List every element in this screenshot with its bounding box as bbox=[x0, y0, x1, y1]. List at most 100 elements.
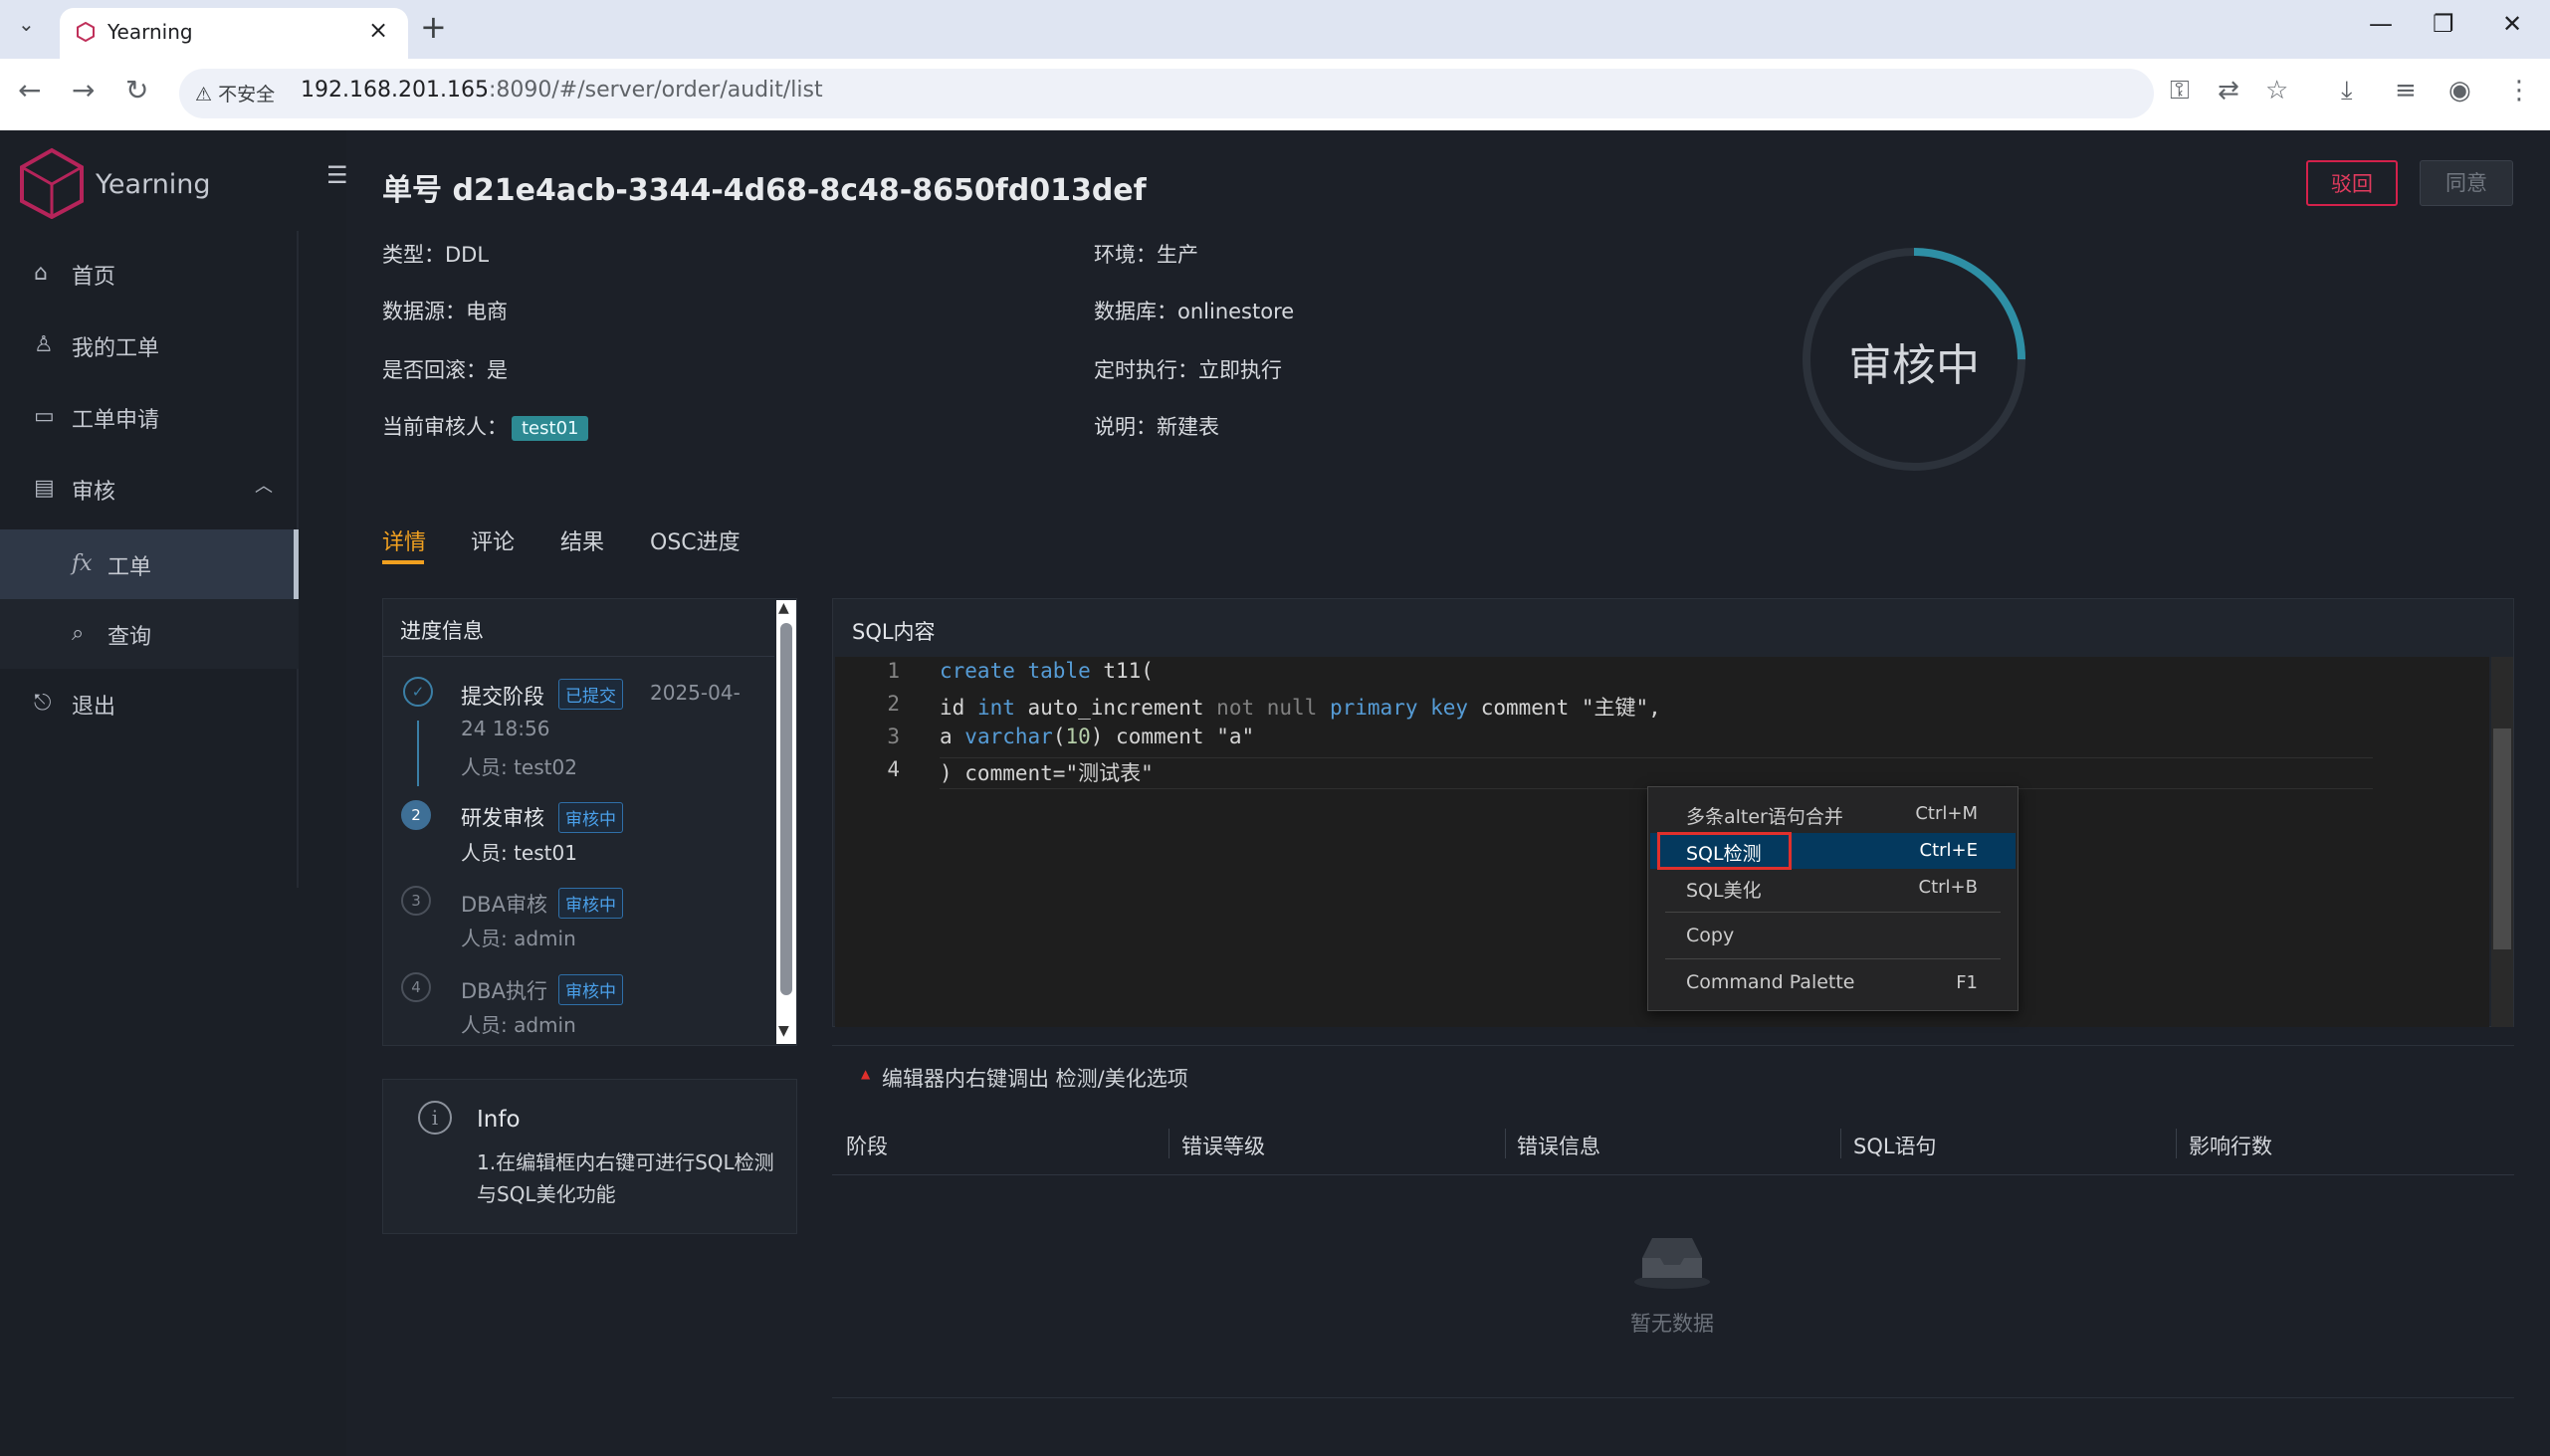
tab-comments[interactable]: 评论 bbox=[471, 524, 515, 556]
column-header-error-message: 错误信息 bbox=[1517, 1135, 1600, 1158]
browser-tab[interactable]: Yearning × bbox=[60, 8, 408, 59]
empty-inbox-icon bbox=[1634, 1238, 1710, 1289]
column-header-affected-rows: 影响行数 bbox=[2189, 1135, 2272, 1158]
menu-item-command-palette[interactable]: Command Palette F1 bbox=[1650, 965, 2016, 1001]
active-tab-indicator bbox=[382, 560, 424, 564]
line-number: 3 bbox=[887, 725, 900, 748]
tab-results[interactable]: 结果 bbox=[560, 524, 604, 556]
fx-icon: fx bbox=[72, 551, 93, 576]
sidebar-item-label: 我的工单 bbox=[72, 336, 160, 361]
back-icon[interactable]: ← bbox=[18, 74, 41, 106]
sidebar-item-my-orders[interactable]: ♙ 我的工单 bbox=[0, 311, 299, 380]
column-header-error-level: 错误等级 bbox=[1181, 1135, 1265, 1158]
sidebar-item-order-apply[interactable]: ▭ 工单申请 bbox=[0, 382, 299, 452]
sidebar-item-label: 首页 bbox=[72, 265, 116, 290]
sidebar-item-logout[interactable]: ⎋ 退出 bbox=[0, 669, 299, 738]
menu-item-sql-beautify[interactable]: SQL美化 Ctrl+B bbox=[1650, 870, 2016, 906]
monitor-icon: ▭ bbox=[34, 404, 55, 429]
tab-title: Yearning bbox=[107, 20, 193, 44]
line-number: 2 bbox=[887, 692, 900, 716]
menu-item-copy[interactable]: Copy bbox=[1650, 919, 2016, 954]
status-badge: 审核中 bbox=[558, 888, 623, 919]
step-title: 提交阶段 bbox=[461, 685, 544, 709]
line-number: 4 bbox=[887, 757, 900, 781]
sidebar-item-label: 查询 bbox=[107, 625, 152, 650]
download-icon[interactable]: ⤓ bbox=[2341, 76, 2353, 106]
yearning-favicon-icon bbox=[77, 22, 95, 42]
browser-menu-icon[interactable]: ⋮ bbox=[2506, 76, 2532, 105]
status-badge: 审核中 bbox=[558, 974, 623, 1005]
order-database: 数据库：onlinestore bbox=[1094, 300, 1295, 323]
line-number: 1 bbox=[887, 659, 900, 683]
brand-name: Yearning bbox=[96, 169, 211, 200]
scroll-down-arrow-icon[interactable]: ▼ bbox=[778, 1023, 789, 1039]
insecure-indicator[interactable]: ⚠ 不安全 bbox=[195, 80, 275, 106]
progress-scrollbar-thumb[interactable] bbox=[780, 623, 792, 995]
url-text[interactable]: 192.168.201.165:8090/#/server/order/audi… bbox=[301, 78, 823, 103]
close-tab-icon[interactable]: × bbox=[368, 16, 388, 44]
sidebar-item-label: 审核 bbox=[72, 480, 116, 505]
agree-button[interactable]: 同意 bbox=[2420, 160, 2513, 206]
step-person: 人员: admin bbox=[461, 1013, 576, 1037]
info-title: Info bbox=[477, 1107, 521, 1133]
sidebar-item-label: 工单申请 bbox=[72, 408, 160, 433]
sql-panel-title: SQL内容 bbox=[852, 620, 936, 644]
reviewer-tag: test01 bbox=[512, 416, 589, 441]
profile-icon[interactable]: ◉ bbox=[2448, 76, 2471, 105]
order-remark: 说明：新建表 bbox=[1094, 415, 1219, 439]
step-person: 人员: admin bbox=[461, 927, 576, 950]
menu-separator bbox=[1665, 912, 2001, 913]
step-person: 人员: test02 bbox=[461, 755, 577, 779]
order-env: 环境：生产 bbox=[1094, 243, 1198, 267]
media-control-icon[interactable]: ≡ bbox=[2395, 76, 2417, 105]
chevron-up-icon: ︿ bbox=[255, 476, 273, 497]
reload-icon[interactable]: ↻ bbox=[125, 74, 148, 106]
audit-icon: ▤ bbox=[34, 476, 55, 501]
info-text: 1.在编辑框内右键可进行SQL检测与SQL美化功能 bbox=[477, 1150, 774, 1206]
order-type: 类型：DDL bbox=[382, 243, 490, 267]
editor-hint: 编辑器内右键调出 检测/美化选项 bbox=[882, 1067, 1188, 1091]
sidebar-item-label: 工单 bbox=[107, 555, 152, 580]
tab-search-chevron-icon[interactable]: ⌄ bbox=[18, 12, 35, 36]
step-time: 2025-04- bbox=[650, 681, 741, 705]
bookmark-star-icon[interactable]: ☆ bbox=[2265, 76, 2288, 105]
column-separator bbox=[2176, 1129, 2177, 1158]
reject-button[interactable]: 驳回 bbox=[2306, 160, 2398, 206]
sidebar-item-query[interactable]: ⌕ 查询 bbox=[0, 599, 299, 669]
info-icon: i bbox=[418, 1101, 452, 1135]
step-title: DBA执行 bbox=[461, 979, 547, 1003]
close-window-icon[interactable]: ✕ bbox=[2502, 10, 2522, 38]
password-key-icon[interactable]: ⚿ bbox=[2170, 76, 2190, 106]
user-icon: ♙ bbox=[34, 332, 54, 357]
minimize-icon[interactable]: — bbox=[2369, 10, 2393, 38]
editor-scrollbar-thumb[interactable] bbox=[2493, 728, 2511, 949]
collapse-arrow-icon[interactable]: ▲ bbox=[861, 1067, 870, 1081]
translate-icon[interactable]: ⇄ bbox=[2218, 76, 2239, 105]
forward-icon[interactable]: → bbox=[72, 74, 95, 106]
sidebar-item-audit[interactable]: ▤ 审核 ︿ bbox=[0, 454, 299, 523]
column-separator bbox=[1505, 1129, 1506, 1158]
step-number: 3 bbox=[401, 886, 431, 916]
scroll-up-arrow-icon[interactable]: ▲ bbox=[778, 600, 789, 616]
tab-detail[interactable]: 详情 bbox=[382, 524, 426, 556]
logout-icon: ⎋ bbox=[34, 691, 52, 716]
sidebar-item-orders[interactable]: fx 工单 bbox=[0, 529, 299, 599]
menu-item-merge-alter[interactable]: 多条alter语句合并 Ctrl+M bbox=[1650, 796, 2016, 832]
step-title: 研发审核 bbox=[461, 806, 544, 830]
highlight-annotation-box bbox=[1657, 832, 1792, 870]
menu-separator bbox=[1665, 958, 2001, 959]
restore-icon[interactable]: ❐ bbox=[2433, 10, 2454, 38]
code-line: a varchar(10) comment "a" bbox=[940, 725, 1255, 748]
column-header-sql: SQL语句 bbox=[1853, 1135, 1937, 1158]
column-header-stage: 阶段 bbox=[846, 1135, 888, 1158]
sidebar-item-home[interactable]: ⌂ 首页 bbox=[0, 239, 299, 309]
step-time-continued: 24 18:56 bbox=[461, 717, 550, 740]
collapse-menu-icon[interactable]: ☰ bbox=[326, 161, 348, 189]
search-icon: ⌕ bbox=[72, 621, 85, 646]
status-badge: 审核中 bbox=[558, 802, 623, 833]
step-number: 2 bbox=[401, 800, 431, 830]
tab-osc-progress[interactable]: OSC进度 bbox=[650, 524, 741, 556]
new-tab-icon[interactable]: + bbox=[420, 8, 447, 46]
code-line: id int auto_increment not null primary k… bbox=[940, 696, 1661, 720]
order-rollback: 是否回滚：是 bbox=[382, 358, 508, 382]
